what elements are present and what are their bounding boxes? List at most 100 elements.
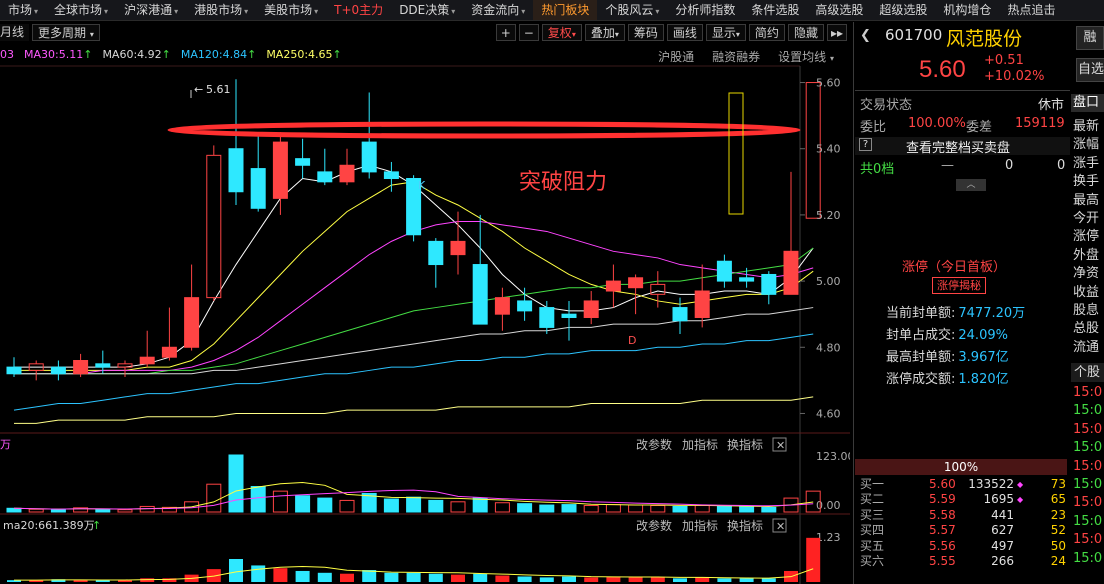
limit-up-reveal-button[interactable]: 涨停揭秘 [932, 277, 986, 294]
indicator-bar [229, 559, 243, 582]
change-amount: +0.51 [984, 53, 1024, 68]
volume-bar [228, 454, 244, 513]
bid-row[interactable]: 买六 5.55 266 24 [855, 554, 1070, 569]
candle-body [95, 363, 111, 368]
indicator-bar [673, 578, 687, 582]
indicator-bar [717, 578, 732, 582]
bid-row[interactable]: 买一 5.60 133522 ◆ 73 [855, 477, 1070, 492]
bid-row[interactable]: 买三 5.58 441 23 [855, 508, 1070, 523]
volume-bar [383, 498, 399, 513]
side-field: 涨幅 [1073, 137, 1100, 153]
collapse-up-icon[interactable]: ︿ [956, 179, 986, 191]
limit-up-stat-row: 涨停成交额: 1.820亿 [886, 368, 1009, 387]
stat-value: 1.820亿 [958, 372, 1009, 387]
menu-item-label: 机构增仓 [943, 3, 992, 17]
indicator-bar [273, 568, 288, 582]
volume-bar [117, 509, 133, 513]
volume-bar [339, 499, 355, 513]
panel-tool-button[interactable]: 改参数 [636, 437, 672, 452]
candle-body [339, 164, 355, 183]
last-price: 5.60 [919, 56, 966, 83]
candle-body [206, 154, 222, 299]
candle-body [184, 297, 200, 348]
volume-bar [583, 505, 599, 513]
ma-line [13, 333, 814, 411]
menu-item-14[interactable]: 机构增仓 [935, 0, 999, 20]
indicator-tools: 改参数 加指标 换指标 ✕ [636, 518, 787, 533]
bid-volume: 497 [991, 538, 1014, 553]
volume-bar [317, 497, 333, 513]
indicator-bar [650, 577, 665, 582]
candle-body [628, 277, 644, 289]
stock-code: 601700 [885, 26, 943, 44]
bid-volume: 627 [991, 523, 1014, 538]
kline-chart[interactable]: 5.60 5.40 5.20 5.00 4.80 4.60 突破阻力 ← 5.61 K D… [0, 0, 850, 584]
indicator-bar [761, 578, 776, 582]
candle-body [694, 290, 710, 318]
side-field: 收益 [1073, 284, 1100, 300]
side-field: 股息 [1073, 303, 1100, 319]
side-field: 流通 [1073, 339, 1100, 355]
levels-value-1: 0 [1005, 158, 1014, 173]
bid-label: 买二 [860, 492, 885, 507]
bid-label: 买六 [860, 553, 885, 568]
menu-item-13[interactable]: 超级选股 [871, 0, 935, 20]
candle-body [517, 300, 533, 312]
indicator-bar [340, 573, 354, 582]
volume-bar [539, 504, 555, 513]
side-field: 总股 [1073, 321, 1100, 337]
volume-bar [716, 505, 732, 513]
bid-row[interactable]: 买四 5.57 627 52 [855, 523, 1070, 538]
margin-button[interactable]: 融 [1076, 26, 1104, 50]
side-field: 最新 [1073, 119, 1100, 134]
tab-pankou[interactable]: 盘口 [1071, 94, 1104, 112]
bid-row[interactable]: 买二 5.59 1695 ◆ 65 [855, 492, 1070, 507]
add-watchlist-button[interactable]: 自选 [1076, 58, 1104, 82]
bid-count: 50 [1050, 538, 1066, 553]
full-book-link[interactable]: 查看完整档买卖盘 [906, 137, 1010, 156]
panel-tool-button[interactable]: 加指标 [682, 518, 718, 533]
expand-book-icon[interactable]: ? [859, 138, 872, 151]
side-field: 涨停 [1073, 229, 1100, 245]
close-icon[interactable]: ✕ [776, 439, 785, 452]
panel-tool-button[interactable]: 加指标 [682, 437, 718, 452]
limit-up-stat-row: 当前封单额: 7477.20万 [886, 302, 1025, 321]
change-percent: +10.02% [984, 69, 1045, 84]
levels-label: 共0档 [860, 162, 895, 177]
chevron-left-icon[interactable]: ❮ [860, 28, 871, 43]
close-icon[interactable]: ✕ [776, 520, 785, 533]
side-field-list: 最新 涨幅 涨手 换手 最高 今开 涨停 外盘 净资 收益 股息 总股 流通 [1073, 118, 1104, 360]
candle-body [361, 141, 377, 173]
indicator-bar [473, 573, 488, 582]
tab-ticks[interactable]: 个股 [1071, 363, 1104, 382]
indicator-bar [428, 573, 443, 582]
price-axis-label: 5.40 [816, 143, 841, 156]
panel-tool-button[interactable]: 换指标 [727, 518, 763, 533]
volume-bar [561, 504, 577, 513]
indicator-bar [451, 574, 465, 582]
tick-time: 15:0 [1073, 550, 1103, 566]
levels-value-2: 0 [1057, 158, 1066, 173]
panel-tool-button[interactable]: 换指标 [727, 437, 763, 452]
full-book-row[interactable]: ? 查看完整档买卖盘 [855, 137, 1070, 156]
menu-item-15[interactable]: 热点追击 [999, 0, 1063, 20]
breakout-annotation: 突破阻力 [519, 170, 607, 195]
bid-volume: 441 [991, 507, 1014, 522]
bid-volume: 133522 [968, 477, 1014, 491]
candle-body [783, 250, 799, 295]
panel-divider[interactable] [853, 22, 854, 584]
divider [855, 90, 1070, 91]
menu-item-label: 超级选股 [879, 3, 928, 17]
tick-time: 15:0 [1073, 458, 1103, 474]
volume-axis-min: 0.00 [816, 499, 841, 512]
bid-row[interactable]: 买五 5.56 497 50 [855, 539, 1070, 554]
side-field: 今开 [1073, 211, 1100, 227]
bid-price: 5.57 [929, 523, 956, 538]
bid-price: 5.60 [929, 477, 956, 491]
candle-body [73, 360, 89, 375]
indicator-bars [7, 537, 821, 582]
volume-tools: 改参数 加指标 换指标 ✕ [636, 437, 787, 452]
candle-body [139, 356, 155, 365]
panel-tool-button[interactable]: 改参数 [636, 518, 672, 533]
candle-body [6, 366, 22, 375]
